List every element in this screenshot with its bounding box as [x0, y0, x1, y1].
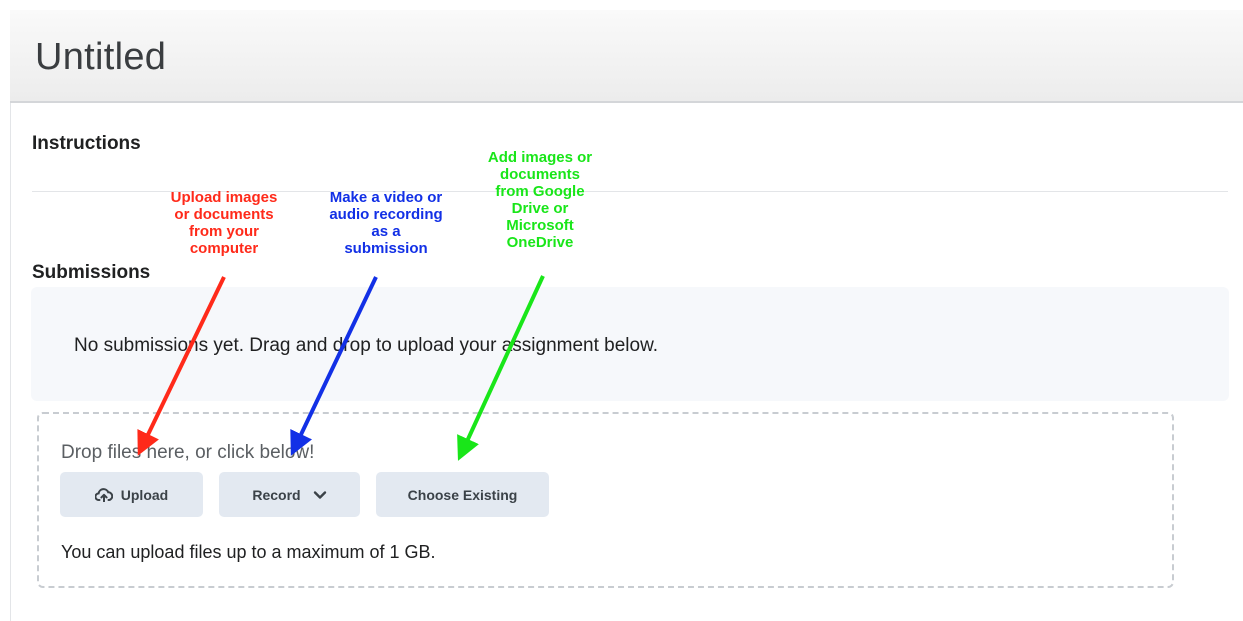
chevron-down-icon: [313, 490, 327, 500]
drop-hint: Drop files here, or click below!: [61, 442, 315, 463]
choose-existing-annotation: Add images or documents from Google Drive o…: [487, 149, 593, 251]
upload-annotation: Upload images or documents from your comput…: [170, 189, 278, 257]
record-button[interactable]: Record: [219, 472, 360, 517]
choose-existing-button[interactable]: Choose Existing: [376, 472, 549, 517]
upload-button[interactable]: Upload: [60, 472, 203, 517]
submissions-heading: Submissions: [32, 262, 151, 283]
no-submissions-message: No submissions yet. Drag and drop to upl…: [74, 335, 659, 356]
instructions-heading: Instructions: [32, 133, 141, 154]
upload-label: Upload: [120, 486, 169, 503]
file-dropzone[interactable]: Drop files here, or click below! Upload …: [37, 412, 1174, 588]
choose-existing-label: Choose Existing: [407, 486, 518, 503]
record-annotation: Make a video or audio recording as a submis…: [329, 189, 443, 257]
submissions-panel: No submissions yet. Drag and drop to upl…: [31, 287, 1229, 401]
record-label: Record: [252, 486, 301, 503]
cloud-upload-icon: [94, 487, 113, 502]
max-size-note: You can upload files up to a maximum of …: [61, 542, 436, 562]
page-header: Untitled: [10, 10, 1243, 103]
page-title: Untitled: [35, 36, 167, 78]
